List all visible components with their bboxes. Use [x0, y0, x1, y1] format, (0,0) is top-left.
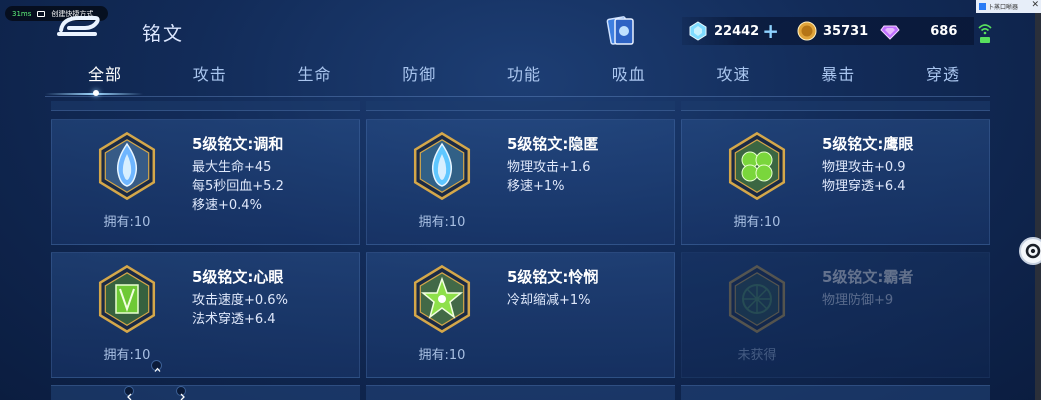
inscription-name: 5级铭文:鹰眼	[822, 135, 914, 153]
scroll-up-icon[interactable]	[151, 360, 162, 372]
category-tabs: 全部 攻击 生命 防御 功能 吸血 攻速 暴击 穿透	[45, 56, 990, 96]
tab-lifesteal[interactable]: 吸血	[604, 56, 654, 96]
inscription-emblem-icon	[413, 264, 471, 334]
diamond-value: 22442	[714, 23, 760, 39]
inscription-attrs: 攻击速度+0.6% 法术穿透+6.4	[192, 291, 288, 329]
attr-line: 物理攻击+0.9	[822, 160, 906, 175]
owned-count: 拥有:10	[733, 215, 781, 230]
attr-line: 法术穿透+6.4	[192, 312, 276, 327]
add-diamond-button[interactable]: +	[762, 21, 779, 41]
inscription-card[interactable]: 5级铭文:调和 最大生命+45 每5秒回血+5.2 移速+0.4% 拥有:10	[51, 119, 360, 245]
wifi-battery-icon	[978, 24, 992, 43]
inscription-attrs: 冷却缩减+1%	[507, 291, 591, 310]
tab-critical[interactable]: 暴击	[813, 56, 863, 96]
purple-gem-icon	[880, 25, 900, 40]
inscription-card[interactable]: 5级铭文:怜悯 冷却缩减+1% 拥有:10	[366, 252, 675, 378]
floating-settings-button[interactable]	[1019, 237, 1041, 265]
tab-attack[interactable]: 攻击	[185, 56, 235, 96]
attr-line: 物理防御+9	[822, 293, 894, 308]
attr-line: 最大生命+45	[192, 160, 272, 175]
attr-line: 移速+0.4%	[192, 198, 262, 213]
tab-defense[interactable]: 防御	[394, 56, 444, 96]
close-icon[interactable]: ✕	[1031, 0, 1039, 10]
currency-bar: 22442 + 35731 686	[682, 17, 974, 45]
partial-card-top	[51, 101, 360, 111]
app-logo-icon	[979, 3, 986, 10]
inscription-name: 5级铭文:心眼	[192, 268, 284, 286]
inscription-emblem-icon	[413, 131, 471, 201]
owned-count: 拥有:10	[103, 215, 151, 230]
inscription-card[interactable]: 5级铭文:心眼 攻击速度+0.6% 法术穿透+6.4 拥有:10	[51, 252, 360, 378]
owned-count: 拥有:10	[418, 348, 466, 363]
partial-card-bottom	[51, 385, 360, 400]
inscription-name: 5级铭文:霸者	[822, 268, 914, 286]
inscription-screen: 31ms 创建快捷方式 铭文 22442 + 35731 686 卜蒸口晰器 ✕…	[0, 0, 1041, 400]
tab-penetration[interactable]: 穿透	[918, 56, 968, 96]
attr-line: 攻击速度+0.6%	[192, 293, 288, 308]
inscription-emblem-icon	[98, 264, 156, 334]
currency-gold: 35731	[797, 21, 868, 41]
tab-divider	[45, 96, 990, 97]
window-chrome: 卜蒸口晰器 ✕	[976, 0, 1041, 13]
scroll-left-button[interactable]	[124, 386, 134, 400]
ping-text: 31ms	[12, 9, 32, 18]
attr-line: 冷却缩减+1%	[507, 293, 591, 308]
inscription-emblem-icon	[98, 131, 156, 201]
page-title: 铭文	[142, 23, 185, 45]
owned-count: 拥有:10	[418, 215, 466, 230]
scroll-right-button[interactable]	[176, 386, 186, 400]
inscription-attrs: 最大生命+45 每5秒回血+5.2 移速+0.4%	[192, 158, 284, 215]
gold-value: 35731	[823, 23, 869, 39]
inscription-attrs: 物理攻击+0.9 物理穿透+6.4	[822, 158, 906, 196]
window-title: 卜蒸口晰器	[988, 4, 1019, 11]
currency-diamond: 22442 +	[688, 21, 779, 41]
inscription-emblem-icon	[728, 131, 786, 201]
inscription-attrs: 物理攻击+1.6 移速+1%	[507, 158, 591, 196]
attr-line: 移速+1%	[507, 179, 565, 194]
partial-card-top	[366, 101, 675, 111]
owned-count: 未获得	[737, 348, 777, 363]
attr-line: 每5秒回血+5.2	[192, 179, 284, 194]
inscription-name: 5级铭文:调和	[192, 135, 284, 153]
tab-life[interactable]: 生命	[290, 56, 340, 96]
partial-card-top	[681, 101, 990, 111]
attr-line: 物理攻击+1.6	[507, 160, 591, 175]
window-side-bar	[1035, 13, 1041, 400]
active-tab-dot	[93, 90, 99, 96]
inscription-card[interactable]: 5级铭文:隐匿 物理攻击+1.6 移速+1% 拥有:10	[366, 119, 675, 245]
back-arrow-icon[interactable]	[55, 12, 101, 42]
tab-all[interactable]: 全部	[80, 56, 130, 96]
crystal-value: 686	[930, 23, 958, 39]
tab-utility[interactable]: 功能	[499, 56, 549, 96]
gold-coin-icon	[797, 21, 817, 41]
inscription-card-locked[interactable]: 5级铭文:霸者 物理防御+9 未获得	[681, 252, 990, 378]
currency-crystal: 686	[880, 21, 957, 41]
partial-card-bottom	[366, 385, 675, 400]
inscription-name: 5级铭文:怜悯	[507, 268, 599, 286]
inscription-emblem-icon	[728, 264, 786, 334]
inscription-card[interactable]: 5级铭文:鹰眼 物理攻击+0.9 物理穿透+6.4 拥有:10	[681, 119, 990, 245]
attr-line: 物理穿透+6.4	[822, 179, 906, 194]
partial-card-bottom	[681, 385, 990, 400]
inscription-attrs: 物理防御+9	[822, 291, 893, 310]
inscription-deck-icon[interactable]	[606, 14, 636, 48]
tab-attack-speed[interactable]: 攻速	[709, 56, 759, 96]
inscription-name: 5级铭文:隐匿	[507, 135, 599, 153]
diamond-icon	[689, 21, 707, 41]
shortcut-icon	[37, 10, 46, 17]
